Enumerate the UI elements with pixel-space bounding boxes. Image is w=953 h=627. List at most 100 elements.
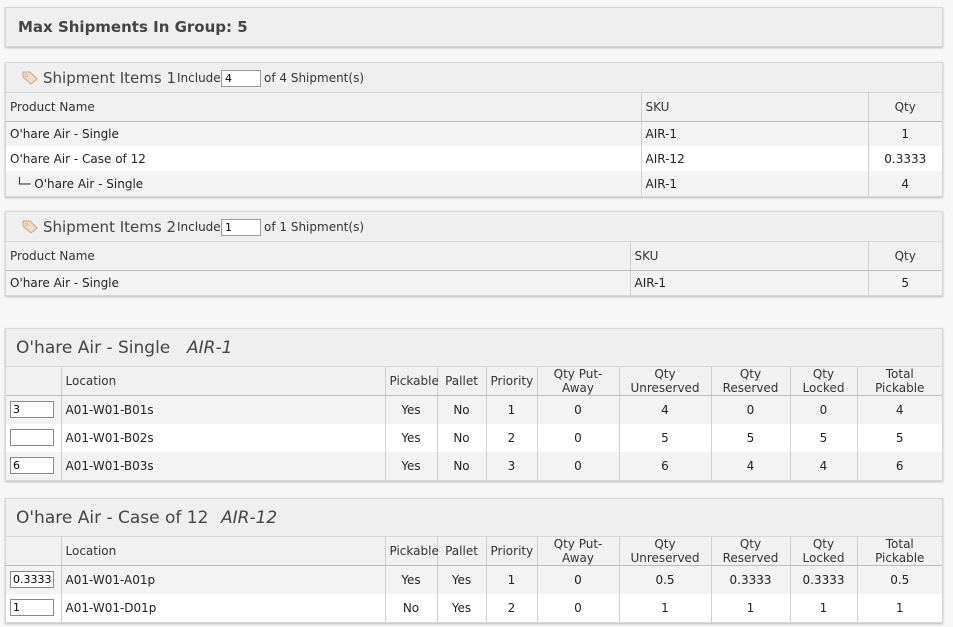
reserved-cell: 0	[710, 395, 790, 424]
product-name-cell: O'hare Air - Single	[6, 270, 630, 295]
col-pallet[interactable]: Pallet	[436, 537, 486, 566]
pallet-cell: No	[436, 395, 486, 424]
col-location[interactable]: Location	[60, 367, 385, 396]
locked-cell: 0.3333	[789, 565, 857, 594]
col-qty-unreserved[interactable]: Qty Unreserved	[618, 367, 711, 396]
col-pickable[interactable]: Pickable	[384, 537, 439, 566]
priority-cell: 1	[485, 395, 537, 424]
pick-qty-cell	[6, 395, 61, 424]
col-pickable[interactable]: Pickable	[384, 367, 439, 396]
shipment-items-header: Shipment Items 1 Include of 4 Shipment(s…	[6, 63, 942, 93]
table-row: A01-W01-B03s Yes No 3 0 6 4 4 6	[6, 451, 942, 480]
tag-icon	[22, 71, 38, 85]
table-row: A01-W01-B01s Yes No 1 0 4 0 0 4	[6, 395, 942, 424]
product-title: O'hare Air - Single	[16, 338, 171, 358]
pallet-cell: Yes	[436, 593, 486, 622]
location-cell: A01-W01-B03s	[60, 451, 385, 480]
of-shipments-label: of 4 Shipment(s)	[264, 71, 365, 85]
shipment-items-panel-1: Shipment Items 1 Include of 4 Shipment(s…	[5, 62, 943, 197]
unreserved-cell: 1	[618, 593, 711, 622]
col-qty-put-away[interactable]: Qty Put-Away	[536, 367, 619, 396]
sku-cell: AIR-12	[640, 146, 868, 171]
put-away-cell: 0	[536, 423, 619, 452]
put-away-cell: 0	[536, 593, 619, 622]
col-qty-input	[6, 537, 61, 566]
pick-qty-cell	[6, 424, 61, 452]
qty-cell: 5	[867, 270, 942, 295]
inventory-table: Location Pickable Pallet Priority Qty Pu…	[6, 367, 942, 480]
col-total-pickable[interactable]: Total Pickable	[856, 367, 942, 396]
col-product-name[interactable]: Product Name	[6, 93, 641, 122]
col-sku[interactable]: SKU	[629, 242, 868, 271]
unreserved-cell: 5	[618, 423, 711, 452]
priority-cell: 3	[485, 451, 537, 480]
col-qty-reserved[interactable]: Qty Reserved	[710, 537, 790, 566]
product-name-cell: └─ O'hare Air - Single	[6, 171, 641, 196]
col-pallet[interactable]: Pallet	[436, 367, 486, 396]
max-shipments-title: Max Shipments In Group: 5	[18, 18, 248, 36]
shipment-items-panel-2: Shipment Items 2 Include of 1 Shipment(s…	[5, 211, 943, 296]
table-row: A01-W01-D01p No Yes 2 0 1 1 1 1	[6, 593, 942, 622]
product-name-cell: O'hare Air - Single	[6, 121, 641, 146]
pick-qty-input[interactable]	[10, 571, 54, 589]
col-priority[interactable]: Priority	[485, 537, 537, 566]
col-qty-locked[interactable]: Qty Locked	[789, 367, 857, 396]
col-sku[interactable]: SKU	[640, 93, 868, 122]
col-qty[interactable]: Qty	[867, 242, 942, 271]
pickable-cell: No	[384, 593, 437, 622]
col-qty-reserved[interactable]: Qty Reserved	[710, 367, 790, 396]
group-header-panel: Max Shipments In Group: 5	[5, 7, 943, 47]
pickable-cell: Yes	[384, 565, 437, 594]
qty-cell: 0.3333	[867, 146, 942, 171]
col-total-pickable[interactable]: Total Pickable	[856, 537, 942, 566]
pallet-cell: Yes	[436, 565, 486, 594]
shipment-items-table: Product Name SKU Qty O'hare Air - Single…	[6, 93, 942, 196]
table-row: └─ O'hare Air - Single AIR-1 4	[6, 171, 942, 196]
include-count-input[interactable]	[221, 219, 261, 236]
col-priority[interactable]: Priority	[485, 367, 537, 396]
include-count-input[interactable]	[221, 70, 261, 87]
col-qty-put-away[interactable]: Qty Put-Away	[536, 537, 619, 566]
inventory-header: O'hare Air - Single AIR-1	[6, 329, 942, 367]
product-sku: AIR-1	[187, 338, 233, 358]
pick-qty-cell	[6, 451, 61, 480]
col-qty[interactable]: Qty	[867, 93, 942, 122]
pallet-cell: No	[436, 451, 486, 480]
col-qty-unreserved[interactable]: Qty Unreserved	[618, 537, 711, 566]
pick-qty-input[interactable]	[10, 457, 54, 474]
priority-cell: 2	[485, 593, 537, 622]
qty-cell: 1	[867, 121, 942, 146]
pick-qty-input[interactable]	[10, 599, 54, 616]
pick-qty-input[interactable]	[10, 429, 54, 446]
reserved-cell: 4	[710, 451, 790, 480]
priority-cell: 2	[485, 423, 537, 452]
location-cell: A01-W01-B01s	[60, 395, 385, 424]
total-pickable-cell: 5	[856, 423, 942, 452]
put-away-cell: 0	[536, 451, 619, 480]
put-away-cell: 0	[536, 395, 619, 424]
table-row: A01-W01-A01p Yes Yes 1 0 0.5 0.3333 0.33…	[6, 565, 942, 594]
of-shipments-label: of 1 Shipment(s)	[264, 220, 365, 234]
pickable-cell: Yes	[384, 423, 437, 452]
table-header-row: Product Name SKU Qty	[6, 242, 942, 271]
total-pickable-cell: 6	[856, 451, 942, 480]
location-cell: A01-W01-D01p	[60, 593, 385, 622]
table-header-row: Product Name SKU Qty	[6, 93, 942, 122]
shipment-items-title: Shipment Items 1	[43, 69, 176, 87]
pick-qty-input[interactable]	[10, 401, 54, 419]
total-pickable-cell: 4	[856, 395, 942, 424]
reserved-cell: 0.3333	[710, 565, 790, 594]
col-qty-locked[interactable]: Qty Locked	[789, 537, 857, 566]
reserved-cell: 1	[710, 593, 790, 622]
col-product-name[interactable]: Product Name	[6, 242, 630, 271]
locked-cell: 1	[789, 593, 857, 622]
locked-cell: 5	[789, 423, 857, 452]
col-location[interactable]: Location	[60, 537, 385, 566]
pickable-cell: Yes	[384, 451, 437, 480]
shipment-items-title: Shipment Items 2	[43, 218, 176, 236]
unreserved-cell: 4	[618, 395, 711, 424]
locked-cell: 0	[789, 395, 857, 424]
sku-cell: AIR-1	[640, 121, 868, 146]
include-label: Include	[177, 71, 221, 85]
inventory-table: Location Pickable Pallet Priority Qty Pu…	[6, 537, 942, 622]
